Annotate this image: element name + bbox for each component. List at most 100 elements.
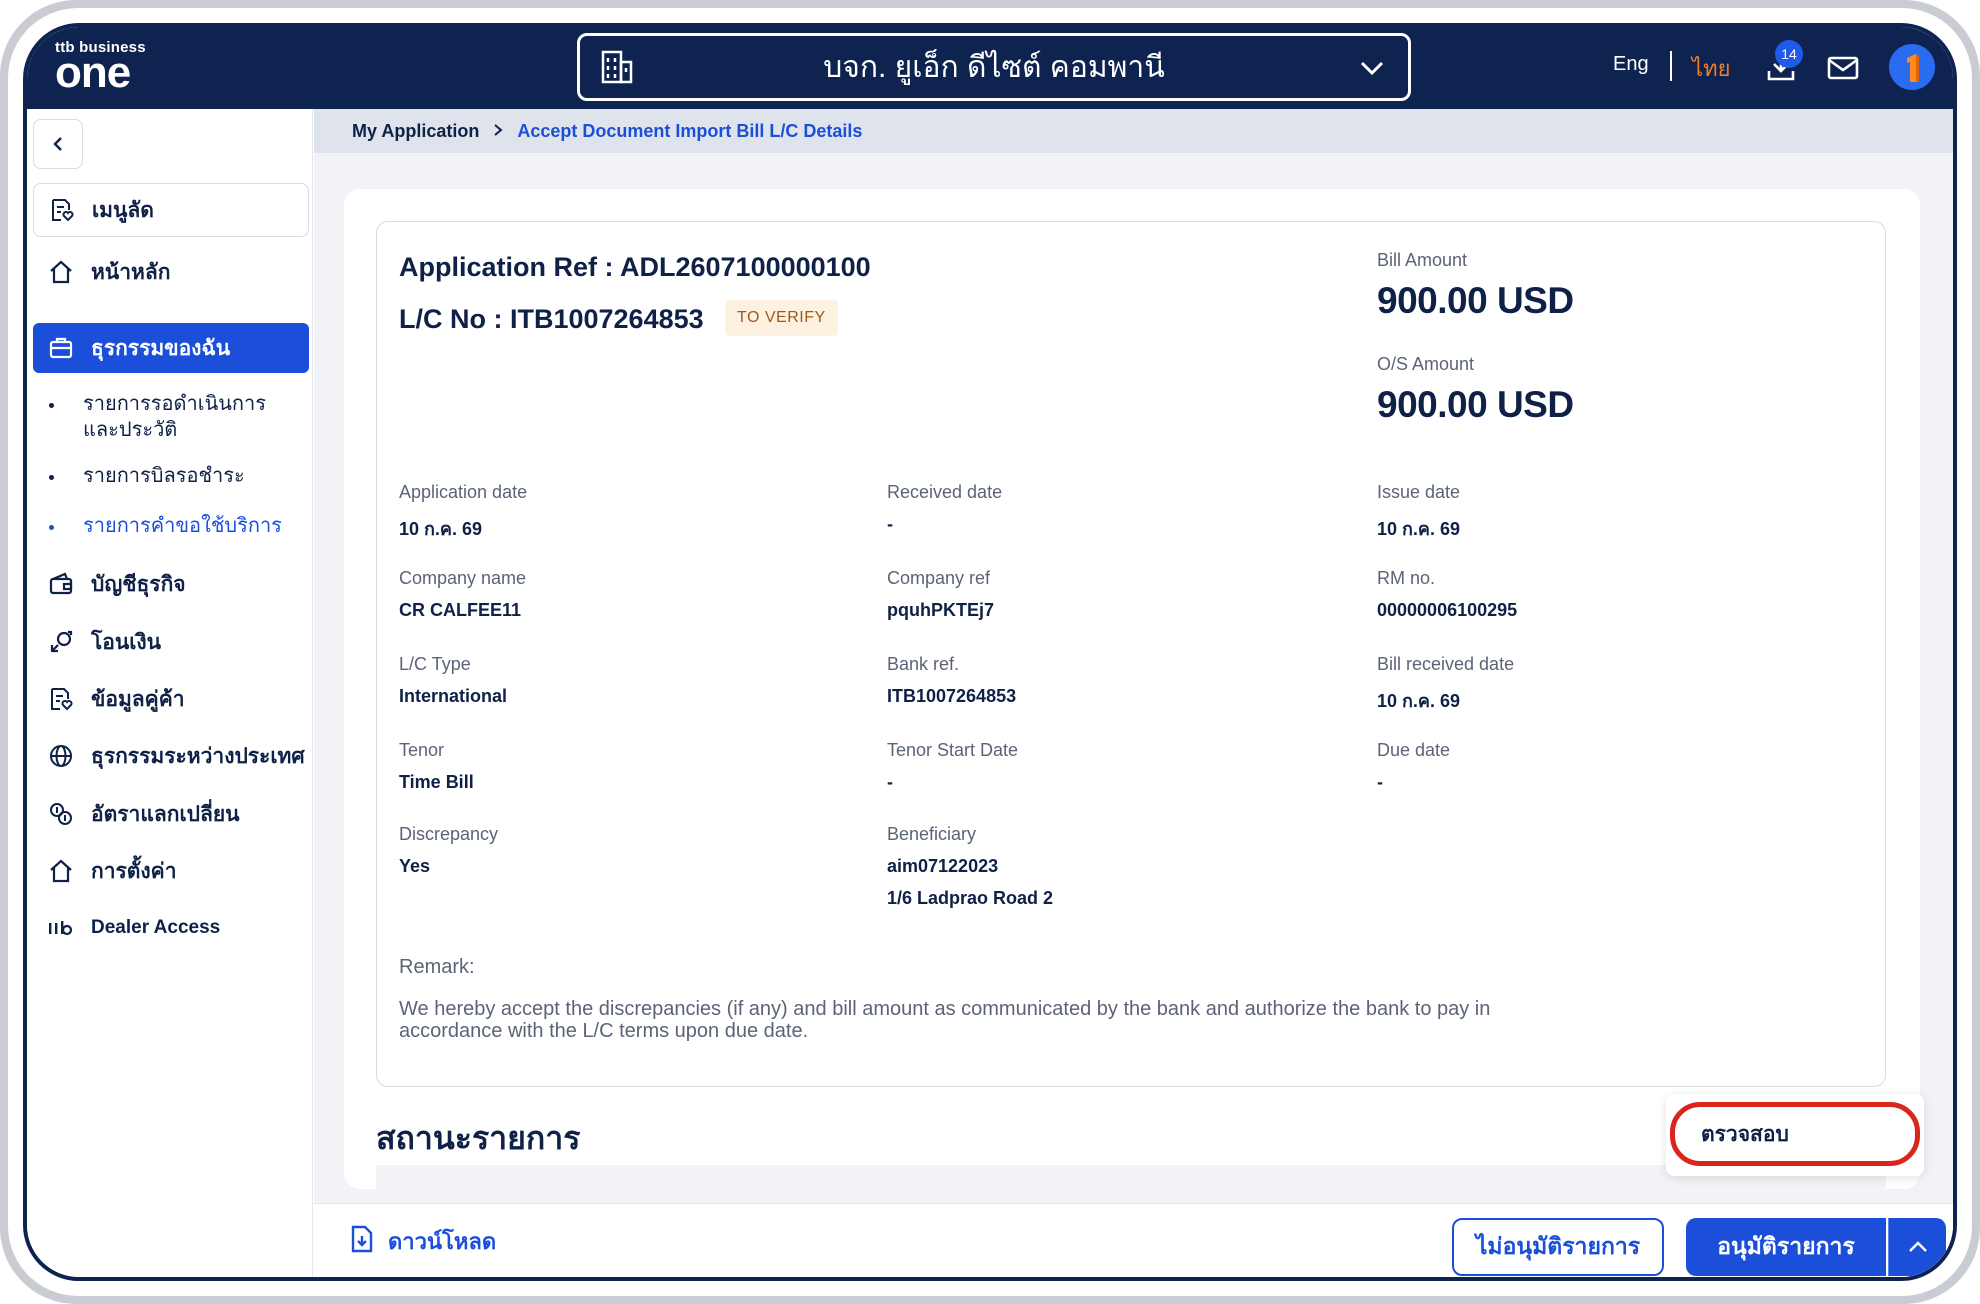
sidebar-item-label: ข้อมูลคู่ค้า — [91, 687, 185, 711]
breadcrumb-current: Accept Document Import Bill L/C Details — [517, 120, 863, 141]
home-icon — [47, 857, 75, 885]
sidebar-item-dealer-access[interactable]: Dealer Access — [33, 903, 309, 953]
sidebar-item-business-accounts[interactable]: บัญชีธุรกิจ — [33, 559, 309, 609]
bullet-dot — [49, 525, 54, 530]
company-ref-value: pquhPKTEj7 — [887, 600, 994, 620]
language-thai[interactable]: ไทย — [1692, 51, 1730, 86]
bill-amount-value: 900.00 USD — [1377, 280, 1574, 321]
breadcrumb-parent[interactable]: My Application — [352, 121, 479, 142]
transfer-icon — [47, 628, 75, 656]
reject-button[interactable]: ไม่อนุมัติรายการ — [1452, 1218, 1664, 1276]
document-heart-icon — [47, 685, 75, 713]
application-date-label: Application date — [399, 482, 528, 502]
shortcut-menu-label: เมนูลัด — [92, 198, 154, 222]
verify-menu-item[interactable]: ตรวจสอบ — [1670, 1102, 1920, 1166]
lc-type-value: International — [399, 686, 508, 706]
home-icon — [47, 258, 75, 286]
lc-type-label: L/C Type — [399, 654, 471, 674]
bank-ref-label: Bank ref. — [887, 654, 960, 674]
tenor-label: Tenor — [399, 740, 445, 760]
sidebar-item-label: การตั้งค่า — [91, 859, 177, 883]
download-button[interactable]: ดาวน์โหลด — [350, 1224, 496, 1259]
sidebar-item-label: ธุรกรรมของฉัน — [91, 336, 231, 360]
remark-text: We hereby accept the discrepancies (if a… — [399, 998, 1491, 1042]
sidebar-item-home[interactable]: หน้าหลัก — [33, 247, 309, 297]
mail-icon[interactable] — [1827, 55, 1859, 86]
status-section-title: สถานะรายการ — [376, 1120, 581, 1156]
issue-date-value: 10 ก.ค. 69 — [1377, 519, 1460, 539]
ttb-logo-icon — [47, 914, 75, 942]
beneficiary-name: aim07122023 — [887, 856, 999, 876]
app-screen: ttb business one บจก. ยูเอ็ก ดีไซต์ คอมพ… — [23, 23, 1957, 1281]
details-card-container: Application Ref : ADL2607100000100 L/C N… — [344, 189, 1920, 1195]
sub-item-label: รายการรอดำเนินการ และประวัติ — [83, 393, 267, 441]
shortcut-menu-item: เมนูลัด — [34, 184, 310, 236]
application-details-card: Application Ref : ADL2607100000100 L/C N… — [376, 221, 1886, 1087]
approve-options-menu: ตรวจสอบ — [1666, 1094, 1924, 1176]
company-name-value: CR CALFEE11 — [399, 600, 522, 620]
approve-button[interactable]: อนุมัติรายการ — [1686, 1218, 1886, 1276]
action-bar: ดาวน์โหลด ไม่อนุมัติรายการ อนุมัติรายการ — [314, 1203, 1953, 1277]
chevron-up-icon — [1908, 1241, 1927, 1252]
sidebar-item-label: โอนเงิน — [91, 630, 162, 654]
sidebar-item-exchange-rate[interactable]: อัตราแลกเปลี่ยน — [33, 789, 309, 839]
briefcase-icon — [47, 334, 75, 362]
chevron-down-icon — [1358, 54, 1386, 87]
user-avatar[interactable] — [1889, 44, 1935, 90]
sidebar-item-transfer[interactable]: โอนเงิน — [33, 617, 309, 667]
sidebar-item-label: ธุรกรรมระหว่างประเทศ — [91, 744, 305, 768]
bill-received-date-value: 10 ก.ค. 69 — [1377, 691, 1460, 711]
sidebar-item-international[interactable]: ธุรกรรมระหว่างประเทศ — [33, 731, 309, 781]
tenor-start-date-value: - — [887, 772, 893, 792]
tenor-value: Time Bill — [399, 772, 474, 792]
exchange-icon — [47, 800, 75, 828]
sub-item-service-requests[interactable]: รายการคำขอใช้บริการ — [49, 513, 305, 539]
beneficiary-address: 1/6 Ladprao Road 2 — [887, 888, 1054, 908]
sub-item-pending-history[interactable]: รายการรอดำเนินการ และประวัติ — [49, 391, 305, 443]
rm-no-value: 00000006100295 — [1377, 600, 1518, 620]
application-ref: Application Ref : ADL2607100000100 — [399, 252, 871, 282]
sidebar-item-label: อัตราแลกเปลี่ยน — [91, 802, 240, 826]
beneficiary-label: Beneficiary — [887, 824, 977, 844]
company-ref-label: Company ref — [887, 568, 991, 588]
sidebar-item-my-transactions[interactable]: ธุรกรรมของฉัน — [33, 323, 309, 373]
language-english[interactable]: Eng — [1613, 53, 1649, 76]
status-badge: TO VERIFY — [725, 300, 838, 336]
issue-date-label: Issue date — [1377, 482, 1461, 502]
top-header: ttb business one บจก. ยูเอ็ก ดีไซต์ คอมพ… — [27, 27, 1953, 109]
sidebar-item-partner-info[interactable]: ข้อมูลคู่ค้า — [33, 674, 309, 724]
sidebar-item-settings[interactable]: การตั้งค่า — [33, 846, 309, 896]
bill-amount-label: Bill Amount — [1377, 250, 1468, 270]
sidebar-item-label: Dealer Access — [91, 917, 221, 938]
application-date-value: 10 ก.ค. 69 — [399, 519, 482, 539]
approve-options-toggle[interactable] — [1888, 1218, 1946, 1276]
status-section-body — [376, 1165, 1886, 1195]
brand-logo[interactable]: ttb business one — [55, 39, 146, 97]
bullet-dot — [49, 403, 54, 408]
rm-no-label: RM no. — [1377, 568, 1436, 588]
lc-number: L/C No : ITB1007264853 — [399, 304, 704, 334]
sidebar: เมนูลัด หน้าหลัก ธุรกรรมของฉัน รายการรอด… — [27, 109, 313, 1277]
download-label: ดาวน์โหลด — [388, 1229, 497, 1254]
collapse-sidebar-button[interactable] — [33, 119, 83, 169]
building-icon — [600, 49, 634, 90]
os-amount-value: 900.00 USD — [1377, 384, 1574, 425]
shortcut-menu[interactable]: เมนูลัด — [33, 183, 309, 237]
company-selector[interactable]: บจก. ยูเอ็ก ดีไซต์ คอมพานี — [577, 33, 1411, 101]
language-divider — [1670, 51, 1672, 81]
breadcrumb: My Application Accept Document Import Bi… — [314, 109, 1953, 153]
remark-label: Remark: — [399, 956, 475, 978]
logo-big-text: one — [55, 48, 131, 97]
received-date-label: Received date — [887, 482, 1003, 502]
sub-item-bills-pending[interactable]: รายการบิลรอชำระ — [49, 463, 305, 489]
sidebar-item-label: บัญชีธุรกิจ — [91, 572, 186, 596]
chevron-right-icon — [493, 121, 503, 142]
bank-ref-value: ITB1007264853 — [887, 686, 1017, 706]
due-date-label: Due date — [1377, 740, 1451, 760]
sidebar-item-label: หน้าหลัก — [91, 260, 171, 284]
bill-received-date-label: Bill received date — [1377, 654, 1515, 674]
discrepancy-label: Discrepancy — [399, 824, 499, 844]
company-name-label: Company name — [399, 568, 527, 588]
bullet-dot — [49, 475, 54, 480]
file-download-icon — [350, 1225, 374, 1259]
